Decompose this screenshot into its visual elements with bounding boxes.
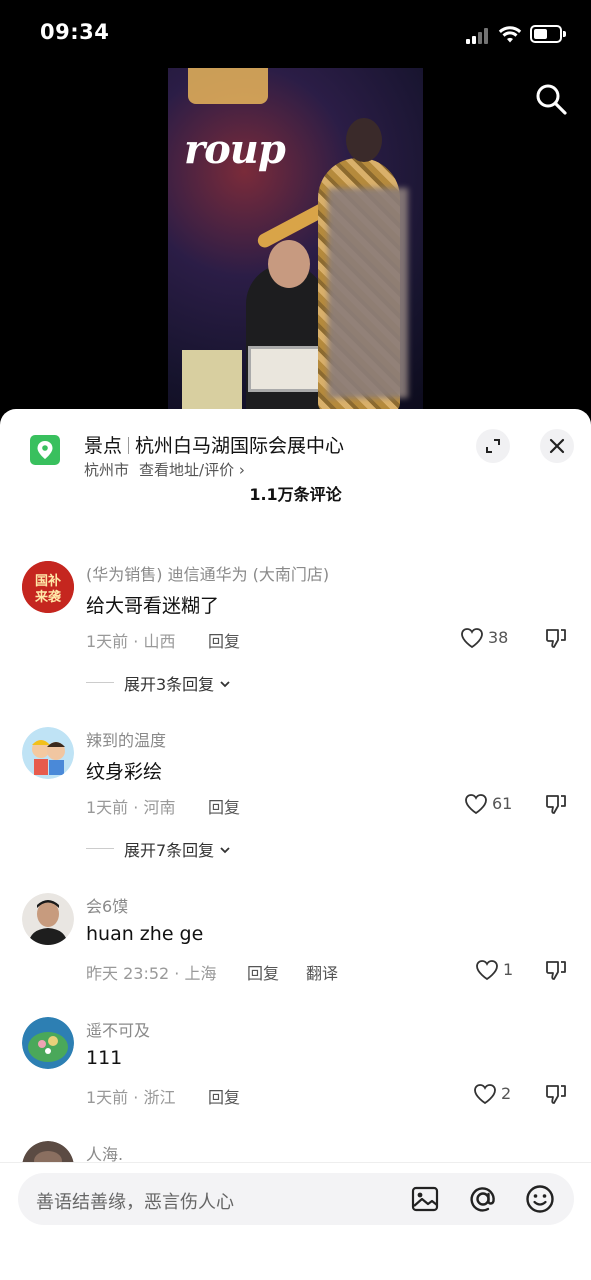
comment-text: 纹身彩绘	[86, 761, 163, 783]
close-icon	[549, 438, 565, 454]
comment-input-placeholder: 善语结善缘，恶言伤人心	[36, 1192, 234, 1213]
location-subtitle: 杭州市 查看地址/评价 ›	[84, 459, 245, 480]
chevron-down-icon	[220, 847, 230, 854]
location-pin-icon	[30, 435, 60, 465]
like-count: 2	[501, 1084, 512, 1103]
comment-input[interactable]: 善语结善缘，恶言伤人心	[18, 1173, 574, 1225]
comment-input-bar: 善语结善缘，恶言伤人心	[0, 1162, 591, 1280]
avatar[interactable]: 国补 来袭	[22, 561, 74, 613]
location-category: 景点	[84, 435, 123, 457]
video-player[interactable]: roup	[0, 68, 591, 413]
signal-icon	[466, 28, 494, 44]
status-bar: 09:34	[0, 0, 591, 68]
image-icon[interactable]	[410, 1184, 440, 1214]
expand-sheet-button[interactable]	[476, 429, 510, 463]
comment-meta: 1天前 · 山西	[86, 632, 176, 651]
avatar[interactable]	[22, 893, 74, 945]
avatar[interactable]	[22, 727, 74, 779]
reply-button[interactable]: 回复	[208, 1084, 240, 1108]
chevron-down-icon	[220, 681, 230, 688]
location-name: 杭州白马湖国际会展中心	[135, 435, 345, 457]
expand-replies-label: 展开7条回复	[124, 837, 231, 861]
comment-username[interactable]: 辣到的温度	[86, 727, 166, 751]
comment-meta: 昨天 23:52 · 上海	[86, 964, 217, 983]
heart-icon	[465, 794, 487, 815]
reply-button[interactable]: 回复	[208, 628, 240, 652]
comment-username[interactable]: 遥不可及	[86, 1017, 150, 1041]
comment-username[interactable]: (华为销售) 迪信通华为 (大南门店)	[86, 561, 329, 585]
dislike-icon[interactable]	[544, 958, 568, 982]
location-city: 杭州市	[84, 461, 130, 479]
reply-button[interactable]: 回复	[208, 794, 240, 818]
like-count: 38	[488, 628, 509, 647]
comment-text: 111	[86, 1047, 123, 1069]
avatar[interactable]	[22, 1017, 74, 1069]
expand-icon	[486, 439, 500, 453]
at-icon[interactable]	[467, 1183, 499, 1215]
heart-icon	[474, 1084, 496, 1105]
heart-icon	[476, 960, 498, 981]
heart-icon	[461, 628, 483, 649]
dislike-icon[interactable]	[544, 626, 568, 650]
comment-text: 给大哥看迷糊了	[86, 595, 220, 617]
video-frame[interactable]: roup	[168, 68, 423, 413]
reply-button[interactable]: 回复	[247, 960, 279, 984]
wifi-icon	[498, 26, 522, 43]
comment-sheet: 景点 杭州白马湖国际会展中心 杭州市 查看地址/评价 › 1.1万条评论 国补 来袭…	[0, 409, 591, 1280]
emoji-icon[interactable]	[524, 1183, 556, 1215]
search-icon[interactable]	[534, 82, 568, 116]
view-address-link[interactable]: 查看地址/评价 ›	[139, 461, 245, 479]
comment-count: 1.1万条评论	[249, 485, 342, 504]
close-sheet-button[interactable]	[540, 429, 574, 463]
location-title: 景点 杭州白马湖国际会展中心	[84, 431, 344, 458]
dislike-icon[interactable]	[544, 1082, 568, 1106]
comment-username[interactable]: 会6馍	[86, 893, 128, 917]
status-time: 09:34	[40, 20, 110, 44]
svg-text:来袭: 来袭	[34, 589, 62, 605]
svg-text:国补: 国补	[35, 573, 61, 589]
battery-icon	[530, 25, 566, 43]
translate-button[interactable]: 翻译	[306, 960, 338, 984]
like-count: 1	[503, 960, 514, 979]
dislike-icon[interactable]	[544, 792, 568, 816]
expand-replies-label: 展开3条回复	[124, 671, 231, 695]
like-count: 61	[492, 794, 513, 813]
comment-text: huan zhe ge	[86, 923, 204, 945]
comment-meta: 1天前 · 河南	[86, 798, 176, 817]
comment-meta: 1天前 · 浙江	[86, 1088, 176, 1107]
